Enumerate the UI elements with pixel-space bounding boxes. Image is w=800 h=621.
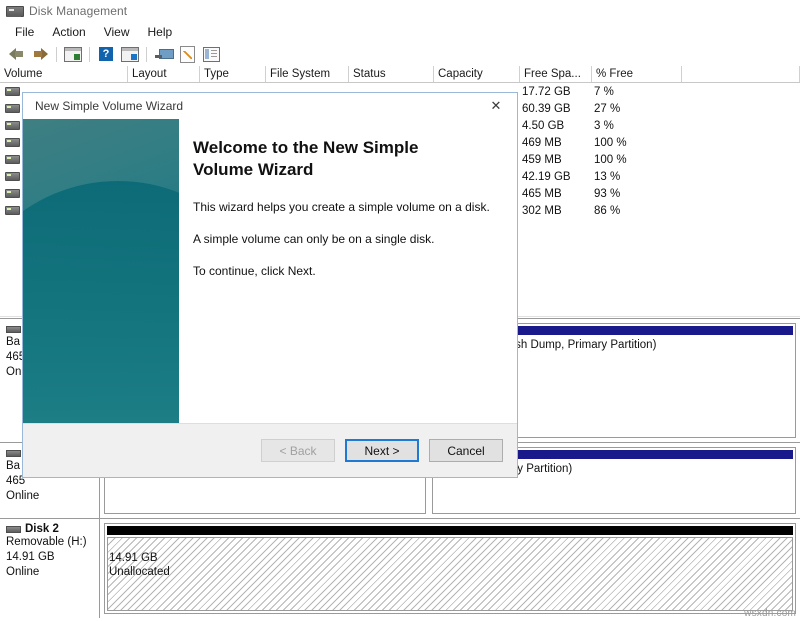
disk-status-line: Online [6, 566, 40, 578]
cell-pct-free: 86 % [594, 204, 621, 217]
disk-icon [6, 325, 21, 333]
dialog-body: Welcome to the New Simple Volume Wizard … [23, 119, 517, 477]
partition-color-bar [107, 526, 793, 535]
back-button[interactable]: < Back [261, 439, 335, 462]
cell-pct-free: 93 % [594, 187, 621, 200]
connect-icon[interactable] [152, 44, 174, 64]
volume-icon [5, 172, 20, 181]
volume-icon [5, 138, 20, 147]
dialog-footer: < Back Next > Cancel [23, 423, 517, 477]
disk-partitions: 14.91 GB Unallocated [100, 519, 800, 618]
volume-icon [5, 87, 20, 96]
cell-free-space: 60.39 GB [522, 102, 571, 115]
all-tasks-icon[interactable] [200, 44, 222, 64]
cell-pct-free: 27 % [594, 102, 621, 115]
disk-management-window: Disk Management File Action View Help ? … [0, 0, 800, 621]
dialog-heading: Welcome to the New Simple Volume Wizard [193, 138, 419, 179]
title-bar: Disk Management [0, 0, 800, 22]
next-button[interactable]: Next > [345, 439, 419, 462]
disk-block: Disk 2 Removable (H:) 14.91 GB Online 14.91 … [0, 518, 800, 618]
disk-info[interactable]: Disk 2 Removable (H:) 14.91 GB Online [0, 519, 100, 618]
disk-icon [6, 525, 21, 533]
volume-icon [5, 121, 20, 130]
cell-free-space: 465 MB [522, 187, 562, 200]
cell-pct-free: 7 % [594, 85, 614, 98]
partition-color-bar [469, 326, 793, 335]
column-header-status[interactable]: Status [349, 66, 434, 82]
menu-action[interactable]: Action [43, 24, 94, 40]
cell-free-space: 469 MB [522, 136, 562, 149]
volume-icon [5, 155, 20, 164]
cell-free-space: 302 MB [522, 204, 562, 217]
volume-icon [5, 189, 20, 198]
disk-size-line: 14.91 GB [6, 551, 55, 563]
watermark: wsxdn.com [744, 608, 796, 619]
volume-list-header: Volume Layout Type File System Status Capacit… [0, 66, 800, 83]
close-icon[interactable]: ✕ [475, 93, 517, 119]
partition-unallocated[interactable]: 14.91 GB Unallocated [104, 523, 796, 614]
cell-free-space: 42.19 GB [522, 170, 571, 183]
column-header-file-system[interactable]: File System [266, 66, 349, 82]
dialog-title: New Simple Volume Wizard [35, 99, 184, 113]
cell-free-space: 4.50 GB [522, 119, 565, 132]
partition-text-line-1: File, Crash Dump, Primary Partition) [471, 339, 657, 351]
partition-text-line-2: Unallocated [109, 566, 170, 578]
wizard-banner-image [23, 119, 179, 423]
toolbar-separator [56, 46, 57, 62]
disk-type-line: Removable (H:) [6, 536, 87, 548]
cell-free-space: 459 MB [522, 153, 562, 166]
column-header-volume[interactable]: Volume [0, 66, 128, 82]
menu-file[interactable]: File [6, 24, 43, 40]
cell-pct-free: 3 % [594, 119, 614, 132]
disk-name: Disk 2 [6, 523, 99, 535]
dialog-title-bar: New Simple Volume Wizard ✕ [23, 93, 517, 119]
column-header-type[interactable]: Type [200, 66, 266, 82]
dialog-paragraph-3: To continue, click Next. [193, 264, 316, 278]
new-simple-volume-wizard-dialog: New Simple Volume Wizard ✕ Welcome to th… [22, 92, 518, 478]
disk-management-icon [6, 3, 24, 19]
help-icon[interactable]: ? [95, 44, 117, 64]
forward-arrow-icon[interactable] [29, 44, 51, 64]
cell-pct-free: 13 % [594, 170, 621, 183]
column-header-free[interactable]: % Free [592, 66, 682, 82]
column-header-free-spa[interactable]: Free Spa... [520, 66, 592, 82]
disk-icon [6, 449, 21, 457]
cell-free-space: 17.72 GB [522, 85, 571, 98]
cell-pct-free: 100 % [594, 136, 627, 149]
dialog-paragraph-1: This wizard helps you create a simple vo… [193, 200, 490, 214]
show-hide-console-tree-icon[interactable] [62, 44, 84, 64]
cell-pct-free: 100 % [594, 153, 627, 166]
toolbar-separator [146, 46, 147, 62]
partition-text: 14.91 GB Unallocated [105, 535, 795, 582]
rescan-disks-icon[interactable] [176, 44, 198, 64]
toolbar-separator [89, 46, 90, 62]
window-title: Disk Management [29, 4, 128, 18]
menu-view[interactable]: View [95, 24, 139, 40]
dialog-paragraph-2: A simple volume can only be on a single … [193, 232, 435, 246]
column-header-capacity[interactable]: Capacity [434, 66, 520, 82]
column-header-layout[interactable]: Layout [128, 66, 200, 82]
properties-icon[interactable] [119, 44, 141, 64]
toolbar: ? [0, 42, 800, 66]
column-header-blank[interactable] [682, 66, 800, 82]
cancel-button[interactable]: Cancel [429, 439, 503, 462]
menu-bar: File Action View Help [0, 22, 800, 42]
dialog-content: Welcome to the New Simple Volume Wizard … [193, 137, 501, 295]
disk-status-line: Online [6, 490, 40, 502]
volume-icon [5, 104, 20, 113]
volume-icon [5, 206, 20, 215]
back-arrow-icon[interactable] [5, 44, 27, 64]
partition-text-line-1: 14.91 GB [109, 552, 158, 564]
menu-help[interactable]: Help [139, 24, 182, 40]
